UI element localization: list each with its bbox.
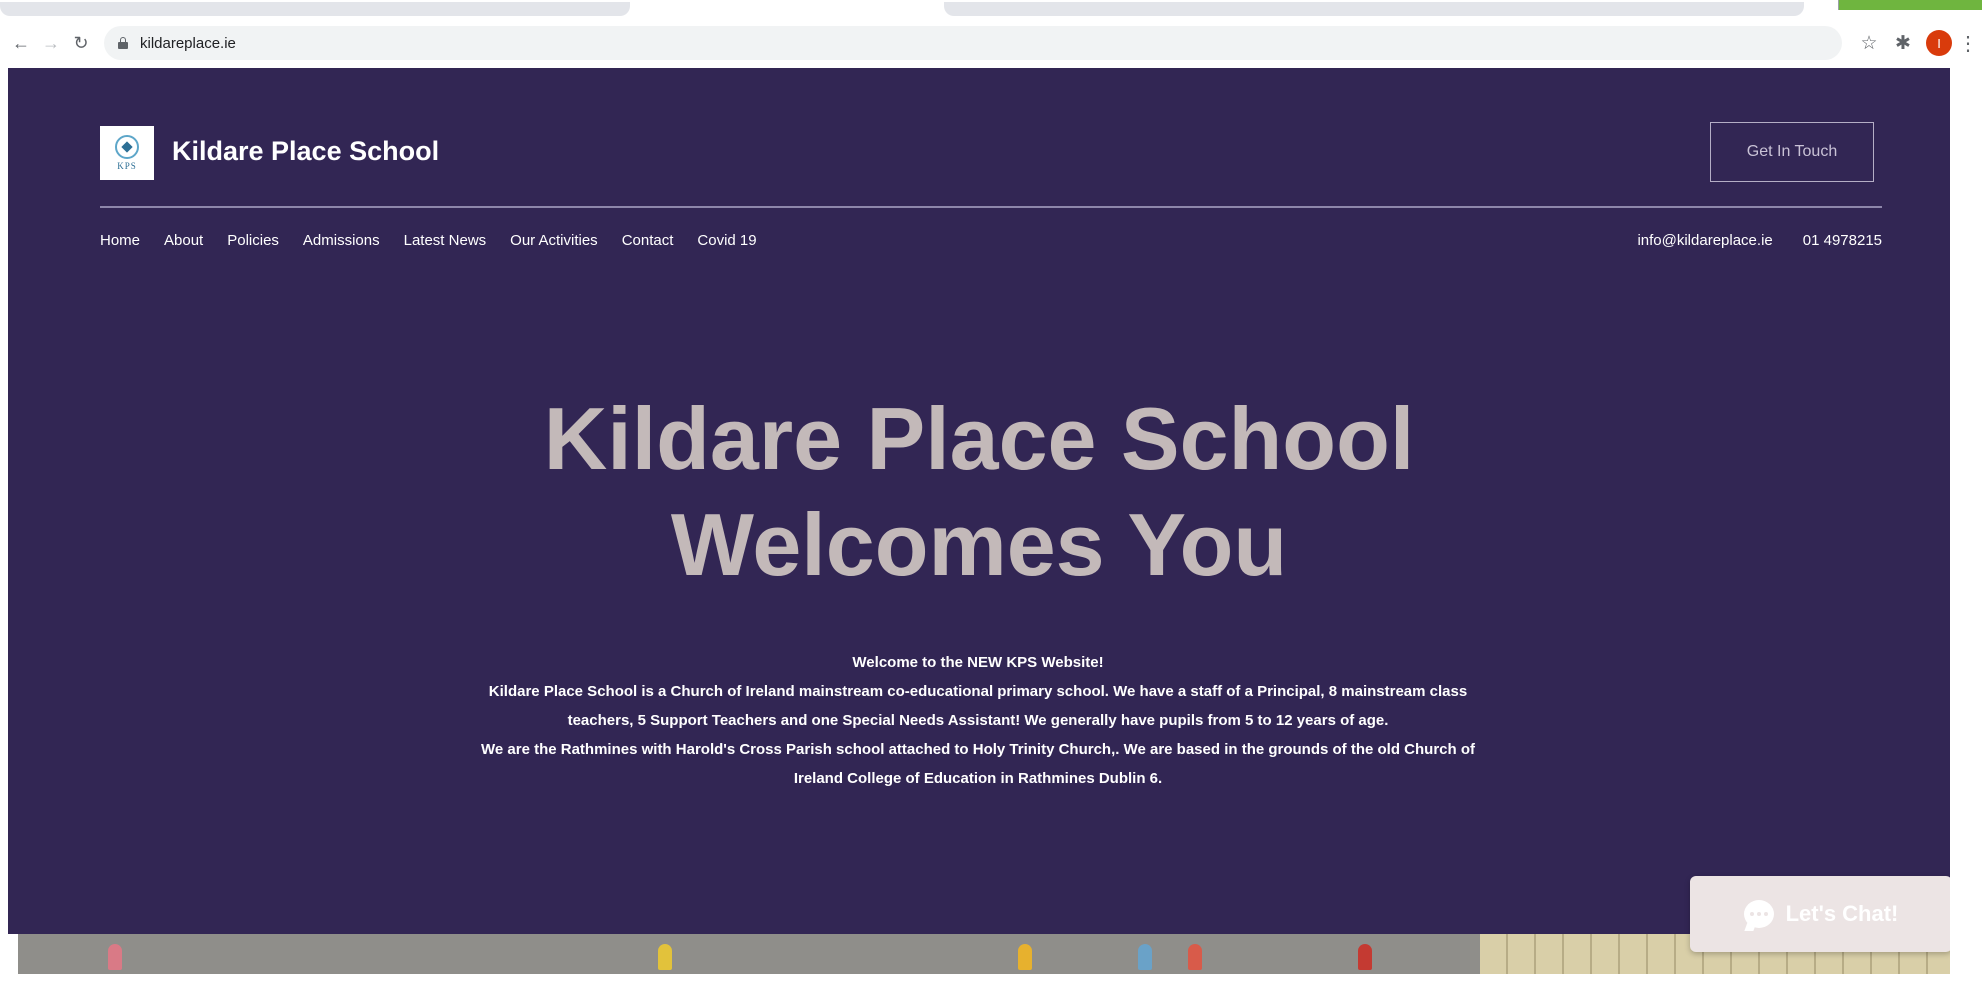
artwork-figure [108, 944, 122, 970]
logo-text: KPS [117, 161, 137, 171]
star-icon[interactable]: ☆ [1852, 26, 1886, 60]
hero-headline: Kildare Place School Welcomes You [8, 386, 1950, 598]
artwork-figure [1138, 944, 1152, 970]
hero-section: KPS Kildare Place School Get In Touch Ho… [8, 68, 1950, 934]
browser-tab[interactable] [944, 2, 1804, 16]
kebab-menu-icon[interactable]: ⋮ [1958, 31, 1978, 56]
school-logo[interactable]: KPS [100, 126, 154, 180]
arrow-right-icon[interactable]: → [36, 28, 66, 58]
url-text[interactable]: kildareplace.ie [140, 35, 236, 52]
nav-item-admissions[interactable]: Admissions [303, 232, 380, 252]
headline-line-2: Welcomes You [670, 495, 1288, 594]
header-contact: info@kildareplace.ie 01 4978215 [1637, 232, 1882, 252]
browser-tab[interactable] [0, 2, 630, 16]
intro-paragraph: We are the Rathmines with Harold's Cross… [481, 741, 1475, 787]
site-header: KPS Kildare Place School Get In Touch Ho… [100, 68, 1882, 278]
profile-avatar[interactable]: I [1926, 30, 1952, 56]
nav-item-our-activities[interactable]: Our Activities [510, 232, 598, 252]
header-divider [100, 206, 1882, 208]
email-link[interactable]: info@kildareplace.ie [1637, 232, 1772, 252]
intro-paragraph: Welcome to the NEW KPS Website! [852, 654, 1104, 671]
artwork-figure [1358, 944, 1372, 970]
headline-line-1: Kildare Place School [543, 389, 1415, 488]
arrow-left-icon[interactable]: ← [6, 28, 36, 58]
intro-paragraph: Kildare Place School is a Church of Irel… [488, 683, 1468, 729]
nav-item-policies[interactable]: Policies [227, 232, 279, 252]
chat-label: Let's Chat! [1785, 901, 1899, 926]
phone-number[interactable]: 01 4978215 [1803, 232, 1882, 252]
reload-icon[interactable]: ↻ [66, 28, 96, 58]
puzzle-icon[interactable]: ✱ [1886, 26, 1920, 60]
nav-item-covid-19[interactable]: Covid 19 [697, 232, 756, 252]
crest-icon [115, 135, 139, 159]
browser-corner-tab[interactable] [1838, 0, 1982, 10]
lets-chat-button[interactable]: Let's Chat! [1690, 876, 1950, 952]
web-page: KPS Kildare Place School Get In Touch Ho… [8, 68, 1950, 974]
artwork-figure [1188, 944, 1202, 970]
browser-toolbar: ← → ↻ kildareplace.ie ☆ ✱ I ⋮ [0, 18, 1982, 68]
get-in-touch-button[interactable]: Get In Touch [1710, 122, 1874, 182]
chat-bubble-icon [1743, 900, 1774, 928]
lock-icon[interactable] [118, 37, 128, 49]
nav-item-about[interactable]: About [164, 232, 203, 252]
nav-item-home[interactable]: Home [100, 232, 140, 252]
nav-item-latest-news[interactable]: Latest News [404, 232, 487, 252]
hero-intro: Welcome to the NEW KPS Website! Kildare … [468, 648, 1488, 793]
address-bar[interactable]: kildareplace.ie [104, 26, 1842, 60]
artwork-figure [1018, 944, 1032, 970]
tab-strip [0, 0, 1982, 18]
nav-item-contact[interactable]: Contact [622, 232, 674, 252]
site-title[interactable]: Kildare Place School [172, 136, 439, 167]
artwork-figure [658, 944, 672, 970]
childrens-artwork-banner [18, 934, 1950, 974]
main-nav: Home About Policies Admissions Latest Ne… [100, 232, 757, 252]
